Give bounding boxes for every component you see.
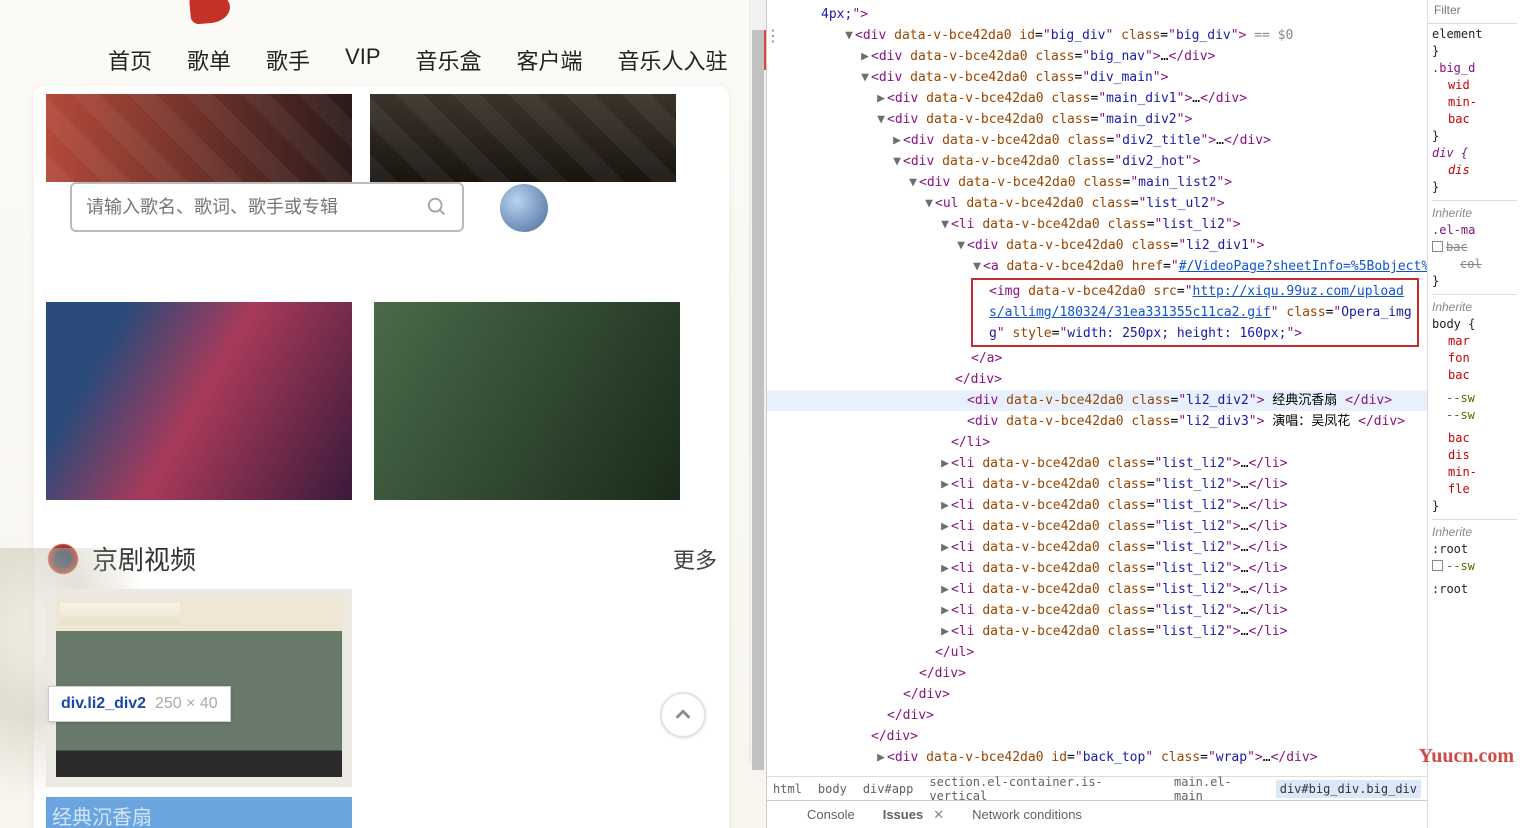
video-thumb[interactable] [46,94,352,182]
tab-network-conditions[interactable]: Network conditions [972,807,1082,822]
tab-issues[interactable]: Issues [883,807,923,822]
breadcrumb-item[interactable]: main.el-main [1174,775,1260,803]
elements-pane: 4px;"> ▼<div data-v-bce42da0 id="big_div… [767,0,1427,828]
dom-breadcrumb[interactable]: html body div#app section.el-container.i… [767,776,1427,800]
search-icon[interactable] [426,196,448,218]
more-icon[interactable]: ⋮ [765,26,779,45]
video-thumb[interactable] [370,94,676,182]
breadcrumb-item-selected[interactable]: div#big_div.big_div [1276,780,1421,798]
main-nav: 首页 歌单 歌手 VIP 音乐盒 客户端 音乐人入驻 [0,16,766,76]
search-input[interactable] [86,197,426,218]
tooltip-selector: div.li2_div2 [61,695,146,712]
nav-home[interactable]: 首页 [108,44,152,76]
back-to-top-button[interactable] [660,692,706,738]
more-link[interactable]: 更多 [673,543,717,575]
devtools-panel: ⋮ 4px;"> ▼<div data-v-bce42da0 id="big_d… [766,0,1530,828]
nav-playlist[interactable]: 歌单 [187,44,231,76]
webpage-viewport: 首页 歌单 歌手 VIP 音乐盒 客户端 音乐人入驻 [0,0,766,828]
chevron-up-icon [672,704,694,726]
nav-musician[interactable]: 音乐人入驻 [618,44,728,76]
devtools-drawer-tabs: Console Issues ✕ Network conditions [767,800,1427,828]
tooltip-dimensions: 250 × 40 [155,695,218,712]
scrollbar-thumb[interactable] [752,30,764,770]
thumb-row-2 [46,302,717,500]
styles-filter-input[interactable]: Filter [1428,0,1517,24]
styles-pane[interactable]: Filter element } .big_d wid min- bac } d… [1427,0,1517,828]
breadcrumb-item[interactable]: body [818,782,847,796]
close-icon[interactable]: ✕ [933,807,944,823]
nav-client[interactable]: 客户端 [517,44,583,76]
selected-dom-node[interactable]: <div data-v-bce42da0 class="li2_div2"> 经… [767,390,1427,411]
top-thumb-row [46,94,717,182]
highlighted-dom-node: <img data-v-bce42da0 src="http://xiqu.99… [971,278,1419,347]
breadcrumb-item[interactable]: html [773,782,802,796]
nav-musicbox[interactable]: 音乐盒 [416,44,482,76]
breadcrumb-item[interactable]: section.el-container.is-vertical [929,775,1158,803]
vertical-scrollbar[interactable] [749,0,766,762]
video-thumb[interactable] [46,302,352,500]
nav-vip[interactable]: VIP [345,44,380,76]
devtools-tooltip: div.li2_div2 250 × 40 [48,686,231,722]
logo-bar [0,0,766,16]
search-box [70,182,464,232]
nav-singer[interactable]: 歌手 [266,44,310,76]
video-banner [60,603,180,625]
user-avatar[interactable] [498,182,550,234]
breadcrumb-item[interactable]: div#app [863,782,914,796]
video-thumb[interactable] [374,302,680,500]
tab-console[interactable]: Console [807,807,855,822]
styles-rules: element } .big_d wid min- bac } div { di… [1428,24,1517,828]
dom-tree[interactable]: 4px;"> ▼<div data-v-bce42da0 id="big_div… [767,0,1427,776]
